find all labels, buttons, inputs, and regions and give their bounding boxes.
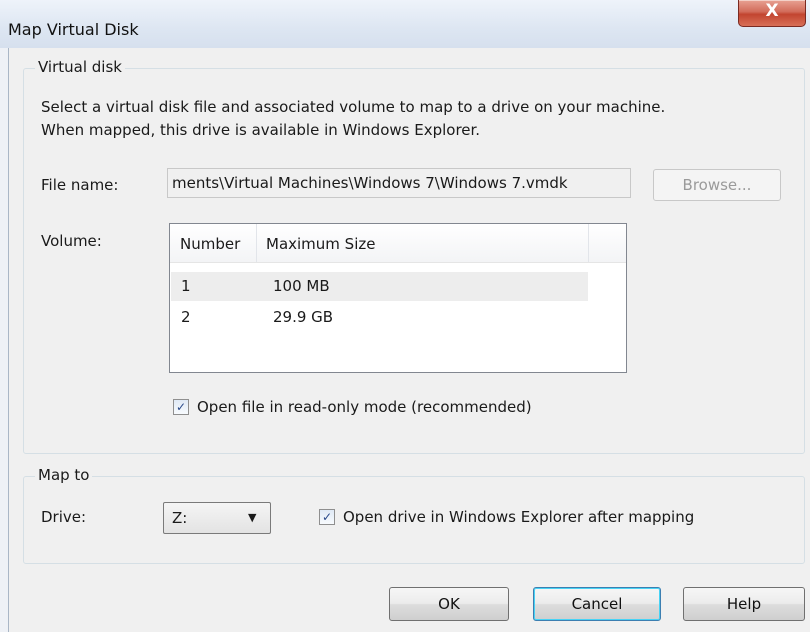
open-explorer-checkbox[interactable]: ✓ — [319, 509, 335, 525]
column-header-maximum-size[interactable]: Maximum Size — [266, 224, 375, 262]
drive-label: Drive: — [41, 508, 87, 526]
ok-button[interactable]: OK — [389, 587, 509, 621]
volume-list[interactable]: Number Maximum Size 1 100 MB 2 29.9 GB — [169, 223, 627, 373]
close-icon: X — [765, 1, 779, 21]
window-title: Map Virtual Disk — [8, 20, 139, 39]
file-name-label: File name: — [41, 176, 119, 194]
map-to-legend: Map to — [35, 466, 93, 484]
help-button[interactable]: Help — [683, 587, 805, 621]
volume-label: Volume: — [41, 232, 102, 250]
description-line-1: Select a virtual disk file and associate… — [41, 98, 666, 116]
column-divider[interactable] — [256, 224, 257, 262]
cell-number: 1 — [181, 277, 191, 295]
volume-list-header: Number Maximum Size — [170, 224, 626, 263]
readonly-checkbox-label[interactable]: Open file in read-only mode (recommended… — [197, 398, 532, 416]
check-icon: ✓ — [175, 400, 187, 414]
description-line-2: When mapped, this drive is available in … — [41, 121, 481, 139]
column-header-number[interactable]: Number — [180, 224, 240, 262]
chevron-down-icon: ▼ — [248, 511, 257, 524]
file-name-field[interactable]: ments\Virtual Machines\Windows 7\Windows… — [167, 168, 631, 198]
open-explorer-checkbox-label[interactable]: Open drive in Windows Explorer after map… — [343, 508, 694, 526]
drive-select[interactable]: Z: ▼ — [163, 502, 271, 534]
table-row[interactable]: 1 100 MB — [171, 272, 588, 301]
cell-size: 29.9 GB — [273, 308, 334, 326]
drive-select-value: Z: — [172, 509, 188, 527]
dialog-body: Virtual disk Select a virtual disk file … — [8, 48, 810, 632]
table-row[interactable]: 2 29.9 GB — [171, 303, 588, 332]
title-bar: Map Virtual Disk X — [0, 0, 810, 48]
cell-number: 2 — [181, 308, 191, 326]
browse-button[interactable]: Browse... — [653, 169, 781, 201]
cancel-button[interactable]: Cancel — [533, 587, 661, 621]
close-button[interactable]: X — [738, 0, 806, 27]
virtual-disk-legend: Virtual disk — [35, 58, 125, 76]
check-icon: ✓ — [321, 510, 333, 524]
column-divider[interactable] — [588, 224, 589, 262]
readonly-checkbox[interactable]: ✓ — [173, 399, 189, 415]
cell-size: 100 MB — [273, 277, 330, 295]
